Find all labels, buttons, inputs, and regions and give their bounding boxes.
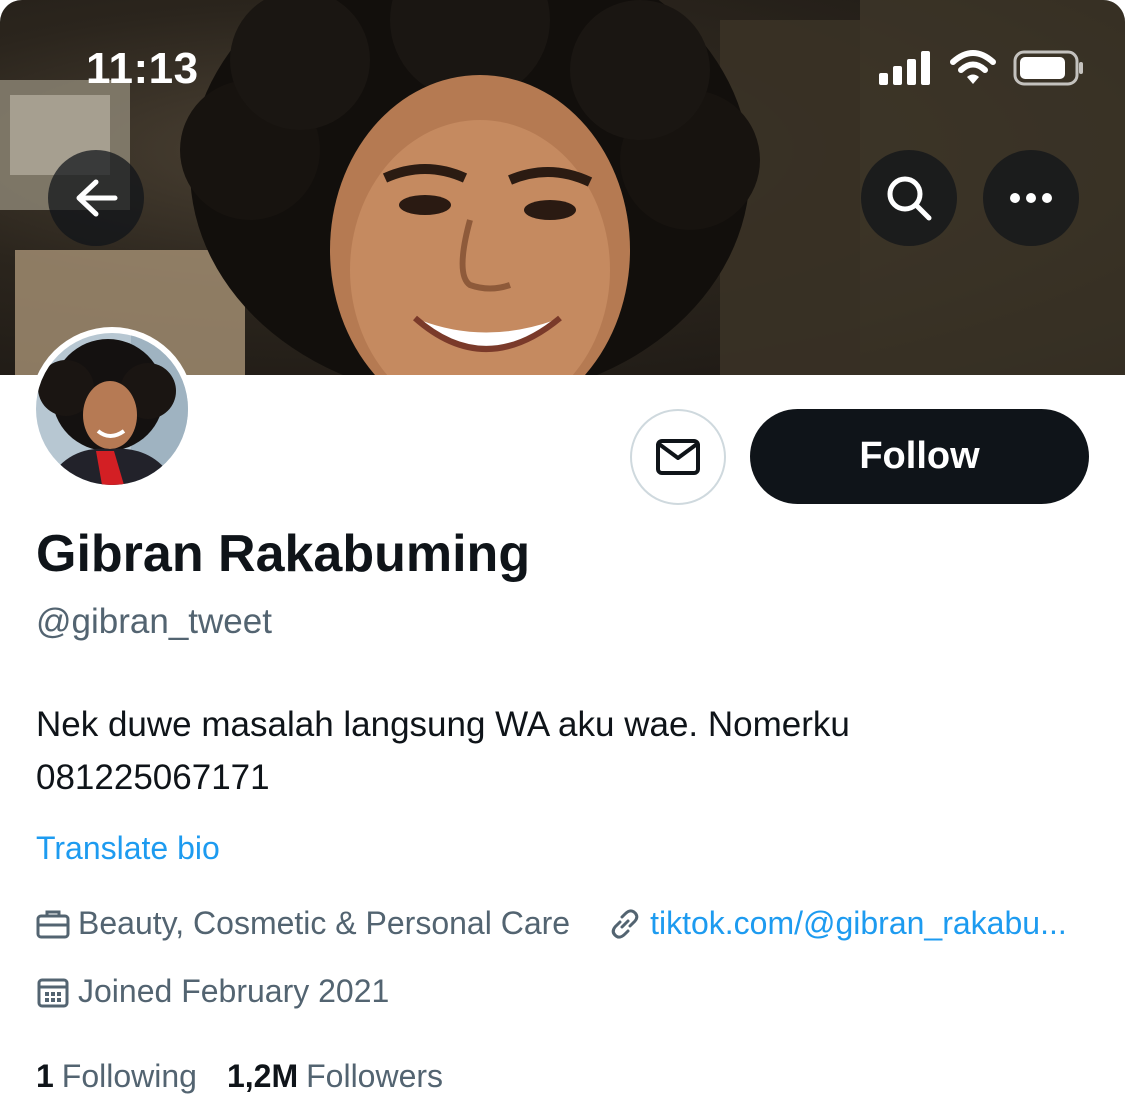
link-icon bbox=[611, 908, 639, 939]
user-handle: @gibran_tweet bbox=[36, 602, 272, 641]
more-icon bbox=[1010, 193, 1052, 203]
back-arrow-icon bbox=[76, 179, 118, 217]
profile-meta: Beauty, Cosmetic & Personal Care tiktok.… bbox=[36, 905, 1067, 942]
wifi-icon bbox=[950, 50, 996, 84]
followers-stat[interactable]: 1,2M Followers bbox=[227, 1058, 443, 1095]
following-stat[interactable]: 1 Following bbox=[36, 1058, 197, 1095]
category-text: Beauty, Cosmetic & Personal Care bbox=[78, 905, 571, 941]
signal-icon bbox=[879, 51, 930, 85]
following-count: 1 bbox=[36, 1058, 54, 1094]
back-button[interactable] bbox=[48, 150, 144, 246]
envelope-icon bbox=[656, 439, 700, 475]
briefcase-icon bbox=[36, 910, 70, 938]
search-button[interactable] bbox=[861, 150, 957, 246]
followers-label: Followers bbox=[306, 1058, 444, 1094]
website-item[interactable]: tiktok.com/@gibran_rakabu... bbox=[608, 905, 1067, 942]
avatar[interactable] bbox=[30, 327, 194, 491]
profile-bio: Nek duwe masalah langsung WA aku wae. No… bbox=[36, 705, 850, 797]
avatar-image bbox=[36, 333, 188, 485]
display-name: Gibran Rakabuming bbox=[36, 525, 531, 583]
follow-stats: 1 Following 1,2M Followers bbox=[36, 1058, 473, 1095]
profile-screen: 11:13 Follow Gibran Rakabuming @gibran_t… bbox=[0, 0, 1125, 1106]
more-button[interactable] bbox=[983, 150, 1079, 246]
status-icons bbox=[879, 50, 1085, 86]
following-label: Following bbox=[61, 1058, 197, 1094]
translate-bio-link[interactable]: Translate bio bbox=[36, 830, 220, 867]
search-icon bbox=[887, 176, 932, 221]
followers-count: 1,2M bbox=[226, 1058, 299, 1094]
category-item: Beauty, Cosmetic & Personal Care bbox=[36, 905, 570, 942]
battery-icon bbox=[1013, 50, 1083, 86]
status-time: 11:13 bbox=[86, 44, 199, 93]
message-button[interactable] bbox=[630, 409, 726, 505]
follow-button[interactable]: Follow bbox=[750, 409, 1089, 504]
website-link[interactable]: tiktok.com/@gibran_rakabu... bbox=[650, 905, 1067, 942]
calendar-icon bbox=[37, 978, 69, 1007]
joined-text: Joined February 2021 bbox=[78, 973, 390, 1009]
joined-row: Joined February 2021 bbox=[36, 973, 389, 1010]
joined-item: Joined February 2021 bbox=[36, 973, 389, 1010]
